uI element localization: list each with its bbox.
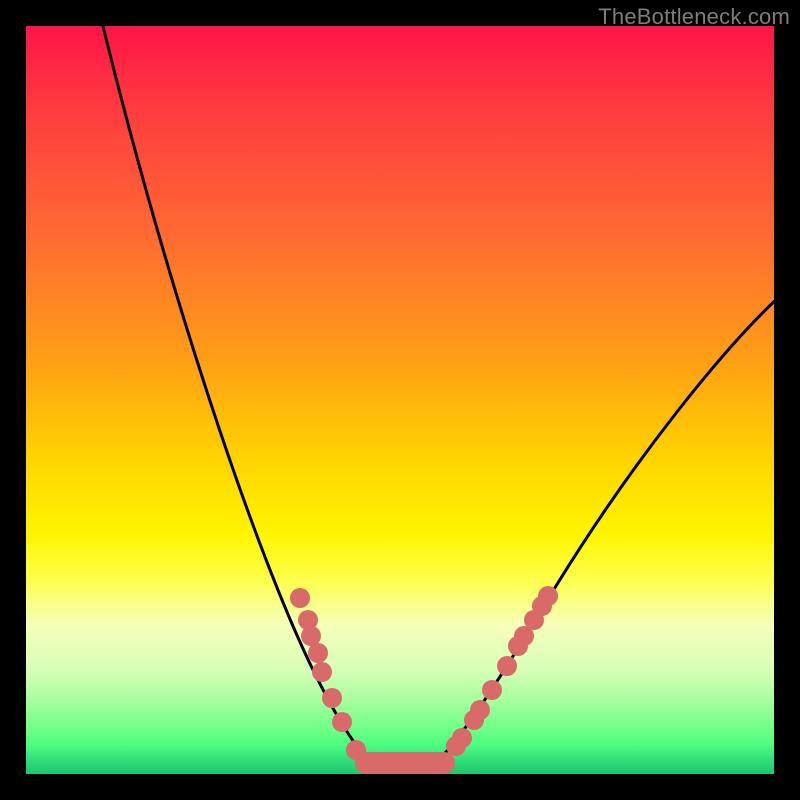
dots-left-group xyxy=(290,588,366,760)
data-dot xyxy=(312,662,332,682)
chart-plot-area xyxy=(26,26,774,774)
data-dot xyxy=(497,656,517,676)
data-dot xyxy=(538,586,558,606)
data-dot xyxy=(470,700,490,720)
chart-svg xyxy=(26,26,774,774)
watermark-text: TheBottleneck.com xyxy=(598,4,790,30)
dots-right-group xyxy=(446,586,558,756)
data-dot xyxy=(308,643,328,663)
curve-left xyxy=(98,26,376,764)
data-dot xyxy=(346,740,366,760)
data-dot xyxy=(452,728,472,748)
data-dot xyxy=(290,588,310,608)
data-dot xyxy=(482,680,502,700)
data-dot xyxy=(322,688,342,708)
data-dot xyxy=(332,712,352,732)
